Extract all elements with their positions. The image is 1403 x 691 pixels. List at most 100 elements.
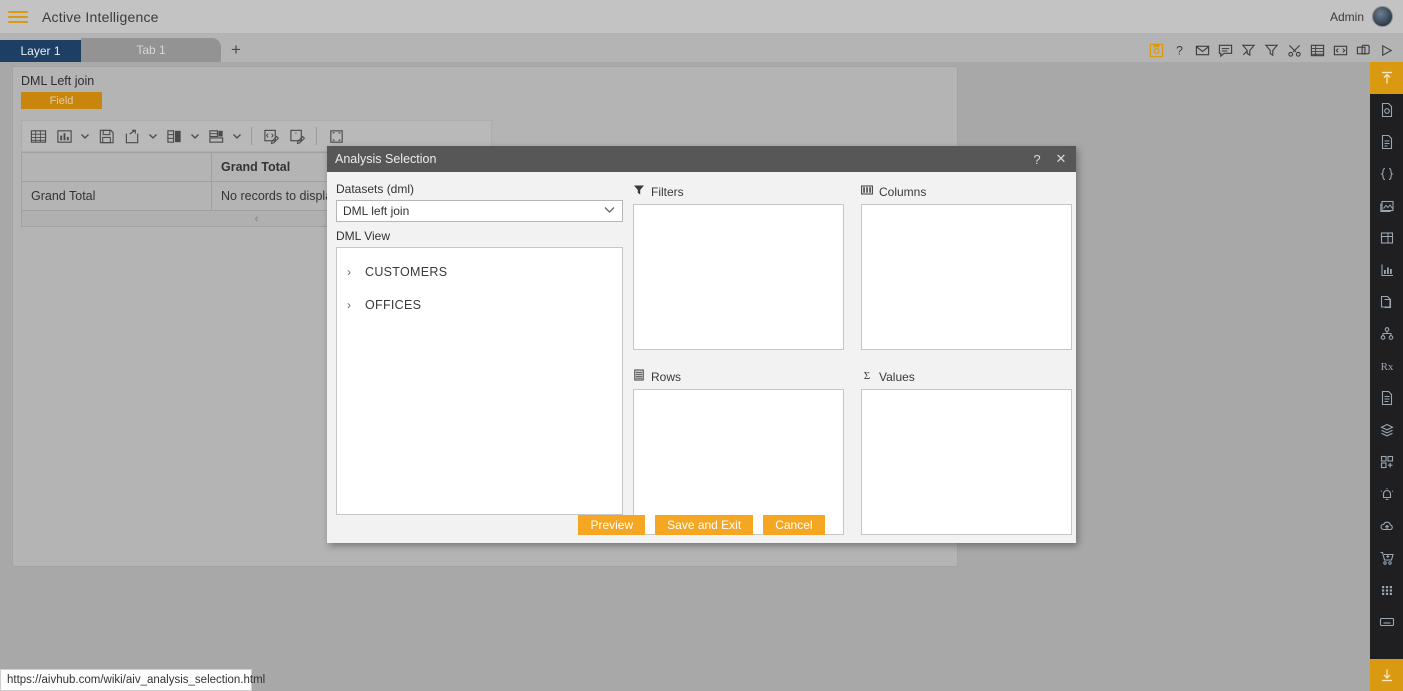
document-icon[interactable] [1370, 126, 1403, 158]
dialog-title: Analysis Selection [335, 152, 437, 166]
document-plain-icon[interactable] [1370, 382, 1403, 414]
svg-text:?: ? [1176, 44, 1183, 58]
sigma-icon: Σ [861, 368, 873, 386]
layout-split-dropdown[interactable] [188, 124, 202, 148]
dialog-actions: ? ✕ [1026, 148, 1072, 170]
status-url: https://aivhub.com/wiki/aiv_analysis_sel… [7, 674, 266, 686]
run-icon[interactable] [1378, 42, 1395, 59]
document-refresh-icon[interactable] [1370, 94, 1403, 126]
cart-add-icon[interactable] [1370, 542, 1403, 574]
chevron-right-icon[interactable]: › [347, 298, 365, 312]
dataset-select[interactable]: DML left join [336, 200, 623, 222]
tree-node-label: CUSTOMERS [365, 264, 448, 279]
svg-text:Rx: Rx [1380, 361, 1393, 373]
list-item[interactable]: › CUSTOMERS [337, 255, 622, 288]
edit-code-icon[interactable] [259, 124, 283, 148]
dialog-titlebar[interactable]: Analysis Selection ? ✕ [327, 146, 1076, 172]
pin-top-icon[interactable] [1370, 62, 1403, 94]
clear-filter-icon[interactable] [1240, 42, 1257, 59]
layers-icon[interactable] [1370, 414, 1403, 446]
prescription-icon[interactable]: Rx [1370, 350, 1403, 382]
filter-icon[interactable] [1263, 42, 1280, 59]
chart-icon[interactable] [1370, 254, 1403, 286]
grid-view-icon[interactable] [26, 124, 50, 148]
dropzone-area-columns[interactable] [861, 204, 1072, 350]
expand-icon[interactable] [324, 124, 348, 148]
window-icon[interactable] [1370, 606, 1403, 638]
hamburger-icon[interactable] [8, 10, 28, 23]
add-widget-icon[interactable] [1370, 446, 1403, 478]
close-icon[interactable]: ✕ [1050, 148, 1072, 170]
table-layout-icon[interactable] [1370, 222, 1403, 254]
toolbar-separator [316, 127, 317, 145]
columns-icon [861, 183, 873, 201]
grid-dots-icon[interactable] [1370, 574, 1403, 606]
dropzone-area-values[interactable] [861, 389, 1072, 535]
field-tree: › CUSTOMERS › OFFICES [336, 247, 623, 515]
analysis-selection-dialog: Analysis Selection ? ✕ Datasets (dml) DM… [327, 146, 1076, 543]
mail-icon[interactable] [1194, 42, 1211, 59]
edit-text-icon[interactable]: " [285, 124, 309, 148]
dataset-select-value: DML left join [343, 204, 410, 218]
top-header: Active Intelligence Admin [0, 0, 1403, 34]
hierarchy-icon[interactable] [1370, 318, 1403, 350]
save-icon[interactable] [94, 124, 118, 148]
dropzone-area-rows[interactable] [633, 389, 844, 535]
tab-sheet-1[interactable]: Tab 1 [81, 38, 221, 62]
app-title: Active Intelligence [42, 8, 159, 25]
panel-title: DML Left join [21, 74, 95, 88]
avatar-icon[interactable] [1372, 6, 1393, 27]
dropzone-title: Filters [651, 184, 684, 199]
chevron-right-icon[interactable]: › [347, 265, 365, 279]
copy-icon[interactable] [1355, 42, 1372, 59]
add-tab-button[interactable]: + [221, 38, 251, 62]
toolbar-icons: ? [1148, 42, 1395, 62]
application-root: Active Intelligence Admin Layer 1 Tab 1 … [0, 0, 1403, 691]
dropzone-title: Columns [879, 184, 927, 199]
chart-view-icon[interactable] [52, 124, 76, 148]
datasets-label: Datasets (dml) [336, 182, 415, 196]
save-and-exit-button[interactable]: Save and Exit [655, 515, 754, 535]
table-icon[interactable] [1309, 42, 1326, 59]
copy-page-icon[interactable] [1370, 286, 1403, 318]
tab-layer-1[interactable]: Layer 1 [0, 40, 81, 62]
tools-icon[interactable] [1286, 42, 1303, 59]
tab-strip: Layer 1 Tab 1 + ? [0, 34, 1403, 62]
dropzone-columns: Columns [861, 182, 1072, 350]
layout-stack-icon[interactable] [204, 124, 228, 148]
grid-row-header: Grand Total [21, 181, 212, 211]
svg-text:Σ: Σ [864, 370, 870, 381]
right-icon-rail: Rx [1370, 62, 1403, 691]
field-chip[interactable]: Field [21, 92, 102, 109]
save-icon[interactable] [1148, 42, 1165, 59]
grid-corner-cell [21, 152, 212, 182]
code-icon[interactable] [1332, 42, 1349, 59]
dropzone-title: Values [879, 369, 915, 384]
cancel-button[interactable]: Cancel [763, 515, 825, 535]
cloud-upload-icon[interactable] [1370, 510, 1403, 542]
comment-icon[interactable] [1217, 42, 1234, 59]
list-item[interactable]: › OFFICES [337, 288, 622, 321]
export-icon[interactable] [120, 124, 144, 148]
download-icon[interactable] [1370, 659, 1403, 691]
chart-view-dropdown[interactable] [78, 124, 92, 148]
help-icon[interactable]: ? [1026, 148, 1048, 170]
dropzone-title: Rows [651, 369, 682, 384]
dropzone-area-filters[interactable] [633, 204, 844, 350]
image-icon[interactable] [1370, 190, 1403, 222]
dialog-body: Datasets (dml) DML left join DML View › … [327, 172, 1076, 535]
view-label: DML View [336, 229, 391, 243]
braces-icon[interactable] [1370, 158, 1403, 190]
header-user-area: Admin [1330, 6, 1393, 27]
dropzone-rows: Rows [633, 367, 844, 535]
filter-icon [633, 183, 645, 201]
preview-button[interactable]: Preview [578, 515, 646, 535]
export-dropdown[interactable] [146, 124, 160, 148]
bell-icon[interactable] [1370, 478, 1403, 510]
help-icon[interactable]: ? [1171, 42, 1188, 59]
layout-split-icon[interactable] [162, 124, 186, 148]
dataset-column: Datasets (dml) DML left join DML View › … [336, 182, 623, 515]
layout-stack-dropdown[interactable] [230, 124, 244, 148]
